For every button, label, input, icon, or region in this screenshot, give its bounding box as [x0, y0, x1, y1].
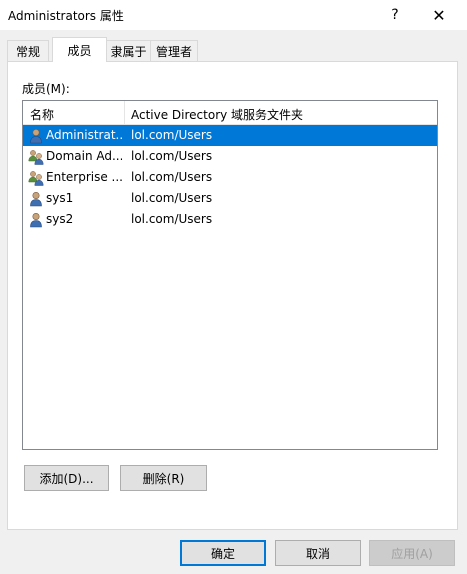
member-folder: lol.com/Users [131, 212, 213, 226]
member-name: Domain Ad... [46, 149, 122, 163]
member-name: sys1 [46, 191, 74, 205]
close-icon: ✕ [432, 5, 446, 25]
member-folder: lol.com/Users [131, 149, 213, 163]
window-title: Administrators 属性 [8, 9, 124, 23]
list-row-domain-admins[interactable]: Domain Ad... lol.com/Users [23, 146, 437, 167]
column-divider[interactable] [124, 101, 125, 124]
cancel-button[interactable]: 取消 [275, 540, 361, 566]
tab-general[interactable]: 常规 [7, 40, 49, 61]
add-button[interactable]: 添加(D)... [24, 465, 109, 491]
remove-button[interactable]: 删除(R) [120, 465, 207, 491]
member-folder: lol.com/Users [131, 128, 213, 142]
members-panel: 成员(M): 名称 Active Directory 域服务文件夹 Admini… [7, 61, 458, 530]
list-row-administrators[interactable]: Administrat... lol.com/Users [23, 125, 437, 146]
list-header: 名称 Active Directory 域服务文件夹 [23, 101, 437, 125]
list-row-enterprise-admins[interactable]: Enterprise ... lol.com/Users [23, 167, 437, 188]
column-header-name[interactable]: 名称 [30, 106, 54, 123]
close-button[interactable]: ✕ [416, 0, 462, 30]
ok-button[interactable]: 确定 [180, 540, 266, 566]
group-icon [28, 171, 44, 186]
user-icon [30, 191, 42, 207]
title-bar: Administrators 属性 ? ✕ [0, 0, 467, 30]
tab-managed-by[interactable]: 管理者 [150, 40, 198, 61]
members-list[interactable]: 名称 Active Directory 域服务文件夹 Administrat..… [22, 100, 438, 450]
apply-button[interactable]: 应用(A) [369, 540, 455, 566]
list-row-sys1[interactable]: sys1 lol.com/Users [23, 188, 437, 209]
member-name: Enterprise ... [46, 170, 122, 184]
member-name: Administrat... [46, 128, 122, 142]
help-icon: ? [391, 7, 399, 23]
members-label: 成员(M): [22, 82, 70, 96]
member-folder: lol.com/Users [131, 191, 213, 205]
user-icon [30, 128, 42, 144]
member-name: sys2 [46, 212, 74, 226]
member-folder: lol.com/Users [131, 170, 213, 184]
group-icon [28, 150, 44, 165]
column-header-folder[interactable]: Active Directory 域服务文件夹 [131, 106, 303, 123]
tab-members[interactable]: 成员 [52, 37, 107, 62]
list-row-sys2[interactable]: sys2 lol.com/Users [23, 209, 437, 230]
tab-member-of[interactable]: 隶属于 [106, 40, 151, 61]
help-button[interactable]: ? [372, 0, 418, 30]
user-icon [30, 212, 42, 228]
